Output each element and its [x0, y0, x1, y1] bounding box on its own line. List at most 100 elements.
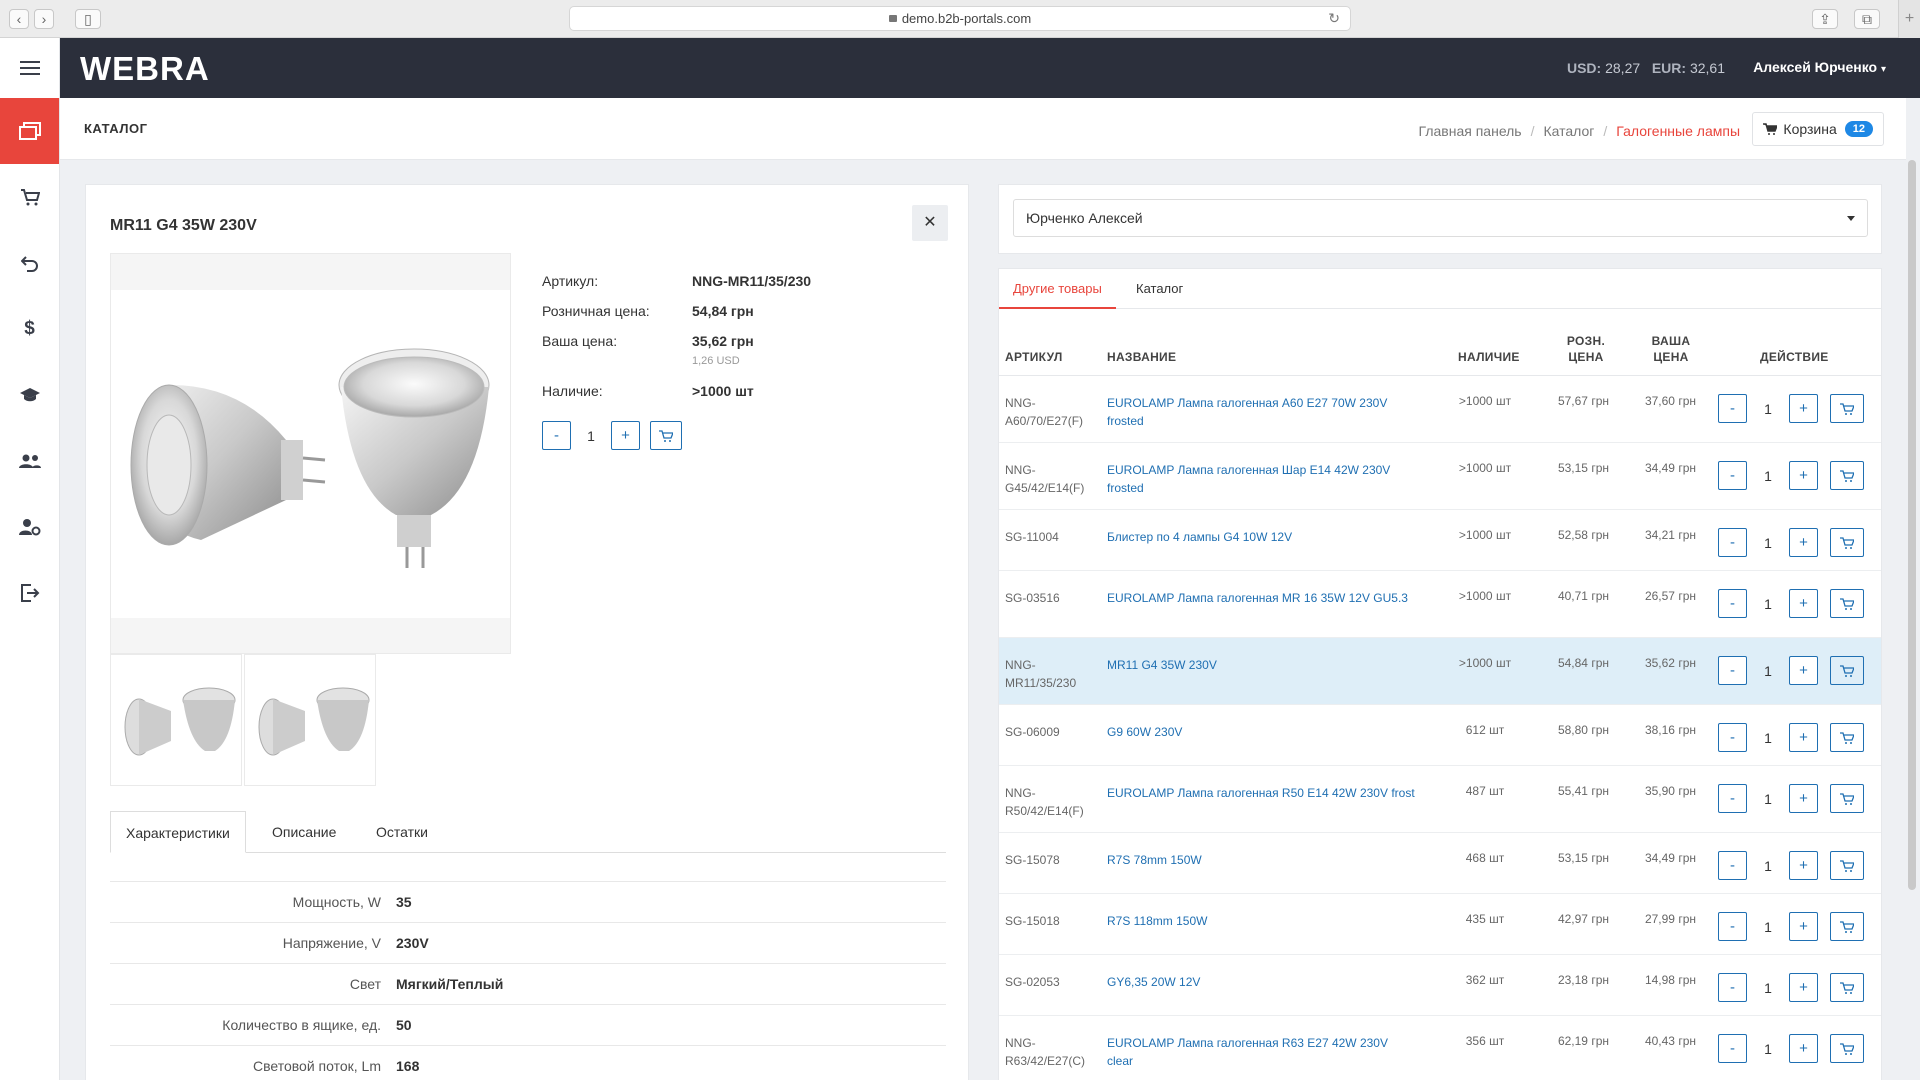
nav-finance-icon[interactable]: $: [0, 296, 59, 362]
increase-button[interactable]: +: [1789, 973, 1818, 1002]
increase-button[interactable]: +: [1789, 656, 1818, 685]
decrease-button[interactable]: -: [1718, 528, 1747, 557]
page-scrollbar[interactable]: [1908, 160, 1916, 890]
table-row[interactable]: NNG-MR11/35/230 MR11 G4 35W 230V >1000 ш…: [999, 638, 1881, 705]
table-row[interactable]: SG-06009 G9 60W 230V 612 шт 58,80 грн 38…: [999, 705, 1881, 766]
decrease-button[interactable]: -: [1718, 784, 1747, 813]
tabs-icon[interactable]: ⧉: [1854, 9, 1880, 29]
nav-cart-icon[interactable]: [0, 164, 59, 230]
quantity-input[interactable]: 1: [1747, 791, 1789, 807]
decrease-button[interactable]: -: [1718, 394, 1747, 423]
row-product-link[interactable]: EUROLAMP Лампа галогенная Шар E14 42W 23…: [1107, 461, 1417, 497]
add-to-cart-button[interactable]: [1830, 784, 1864, 813]
quantity-input[interactable]: 1: [1747, 858, 1789, 874]
add-to-cart-button[interactable]: [1830, 528, 1864, 557]
add-to-cart-button[interactable]: [1830, 723, 1864, 752]
add-to-cart-button[interactable]: [1830, 656, 1864, 685]
back-icon[interactable]: ‹: [9, 9, 29, 29]
forward-icon[interactable]: ›: [34, 9, 54, 29]
decrease-button[interactable]: -: [1718, 851, 1747, 880]
nav-user-settings-icon[interactable]: [0, 494, 59, 560]
user-menu[interactable]: Алексей Юрченко ▾: [1753, 59, 1886, 75]
tab-characteristics[interactable]: Характеристики: [110, 811, 246, 853]
table-row[interactable]: NNG-R50/42/E14(F) EUROLAMP Лампа галоген…: [999, 766, 1881, 833]
increase-button[interactable]: +: [1789, 912, 1818, 941]
breadcrumb-catalog[interactable]: Каталог: [1544, 123, 1595, 139]
nav-education-icon[interactable]: [0, 362, 59, 428]
table-row[interactable]: SG-03516 EUROLAMP Лампа галогенная MR 16…: [999, 571, 1881, 638]
quantity-input[interactable]: 1: [1747, 919, 1789, 935]
tab-catalog[interactable]: Каталог: [1122, 269, 1197, 309]
increase-button[interactable]: +: [1789, 723, 1818, 752]
reload-icon[interactable]: ↻: [1328, 7, 1340, 30]
address-bar[interactable]: demo.b2b-portals.com ↻: [569, 6, 1351, 31]
product-thumbnail[interactable]: [244, 654, 376, 786]
tab-stock[interactable]: Остатки: [361, 811, 443, 853]
quantity-input[interactable]: 1: [1747, 663, 1789, 679]
increase-button[interactable]: +: [1789, 1034, 1818, 1063]
row-product-link[interactable]: EUROLAMP Лампа галогенная R50 E14 42W 23…: [1107, 784, 1417, 802]
table-row[interactable]: NNG-R63/42/E27(C) EUROLAMP Лампа галоген…: [999, 1016, 1881, 1080]
increase-button[interactable]: +: [611, 421, 640, 450]
tab-other-products[interactable]: Другие товары: [999, 269, 1116, 309]
increase-button[interactable]: +: [1789, 589, 1818, 618]
row-product-link[interactable]: MR11 G4 35W 230V: [1107, 656, 1417, 674]
sidebar-toggle-icon[interactable]: ▯: [75, 9, 101, 29]
row-product-link[interactable]: GY6,35 20W 12V: [1107, 973, 1417, 991]
logo[interactable]: WEBRA: [80, 50, 210, 88]
increase-button[interactable]: +: [1789, 784, 1818, 813]
cart-button[interactable]: Корзина 12: [1752, 112, 1884, 146]
row-product-link[interactable]: G9 60W 230V: [1107, 723, 1417, 741]
quantity-input[interactable]: 1: [1747, 535, 1789, 551]
breadcrumb-home[interactable]: Главная панель: [1419, 123, 1522, 139]
add-to-cart-button[interactable]: [1830, 851, 1864, 880]
decrease-button[interactable]: -: [1718, 656, 1747, 685]
close-button[interactable]: ✕: [912, 205, 948, 241]
increase-button[interactable]: +: [1789, 461, 1818, 490]
increase-button[interactable]: +: [1789, 851, 1818, 880]
decrease-button[interactable]: -: [1718, 589, 1747, 618]
nav-catalog-icon[interactable]: [0, 98, 59, 164]
add-to-cart-button[interactable]: [1830, 1034, 1864, 1063]
increase-button[interactable]: +: [1789, 394, 1818, 423]
add-to-cart-button[interactable]: [1830, 461, 1864, 490]
row-product-link[interactable]: EUROLAMP Лампа галогенная R63 E27 42W 23…: [1107, 1034, 1417, 1070]
menu-icon[interactable]: [0, 38, 59, 98]
quantity-input[interactable]: 1: [1747, 1041, 1789, 1057]
table-row[interactable]: SG-11004 Блистер по 4 лампы G4 10W 12V >…: [999, 510, 1881, 571]
add-to-cart-button[interactable]: [1830, 912, 1864, 941]
table-row[interactable]: NNG-A60/70/E27(F) EUROLAMP Лампа галоген…: [999, 376, 1881, 443]
product-thumbnail[interactable]: [110, 654, 242, 786]
quantity-input[interactable]: 1: [1747, 730, 1789, 746]
tab-description[interactable]: Описание: [257, 811, 351, 853]
decrease-button[interactable]: -: [1718, 461, 1747, 490]
decrease-button[interactable]: -: [1718, 1034, 1747, 1063]
row-product-link[interactable]: EUROLAMP Лампа галогенная MR 16 35W 12V …: [1107, 589, 1417, 607]
increase-button[interactable]: +: [1789, 528, 1818, 557]
quantity-input[interactable]: 1: [571, 428, 611, 444]
quantity-input[interactable]: 1: [1747, 468, 1789, 484]
client-select[interactable]: Юрченко Алексей: [1013, 199, 1868, 237]
decrease-button[interactable]: -: [1718, 973, 1747, 1002]
nav-users-icon[interactable]: [0, 428, 59, 494]
add-to-cart-button[interactable]: [1830, 394, 1864, 423]
table-row[interactable]: SG-15018 R7S 118mm 150W 435 шт 42,97 грн…: [999, 894, 1881, 955]
decrease-button[interactable]: -: [542, 421, 571, 450]
add-to-cart-button[interactable]: [1830, 973, 1864, 1002]
row-product-link[interactable]: R7S 118mm 150W: [1107, 912, 1417, 930]
add-to-cart-button[interactable]: [650, 421, 682, 450]
nav-logout-icon[interactable]: [0, 560, 59, 626]
decrease-button[interactable]: -: [1718, 912, 1747, 941]
table-row[interactable]: NNG-G45/42/E14(F) EUROLAMP Лампа галоген…: [999, 443, 1881, 510]
quantity-input[interactable]: 1: [1747, 596, 1789, 612]
nav-returns-icon[interactable]: [0, 230, 59, 296]
quantity-input[interactable]: 1: [1747, 980, 1789, 996]
table-row[interactable]: SG-02053 GY6,35 20W 12V 362 шт 23,18 грн…: [999, 955, 1881, 1016]
product-main-image[interactable]: [110, 253, 511, 654]
add-to-cart-button[interactable]: [1830, 589, 1864, 618]
table-row[interactable]: SG-15078 R7S 78mm 150W 468 шт 53,15 грн …: [999, 833, 1881, 894]
row-product-link[interactable]: Блистер по 4 лампы G4 10W 12V: [1107, 528, 1417, 546]
share-icon[interactable]: ⇪: [1812, 9, 1838, 29]
new-tab-icon[interactable]: +: [1898, 0, 1920, 38]
decrease-button[interactable]: -: [1718, 723, 1747, 752]
